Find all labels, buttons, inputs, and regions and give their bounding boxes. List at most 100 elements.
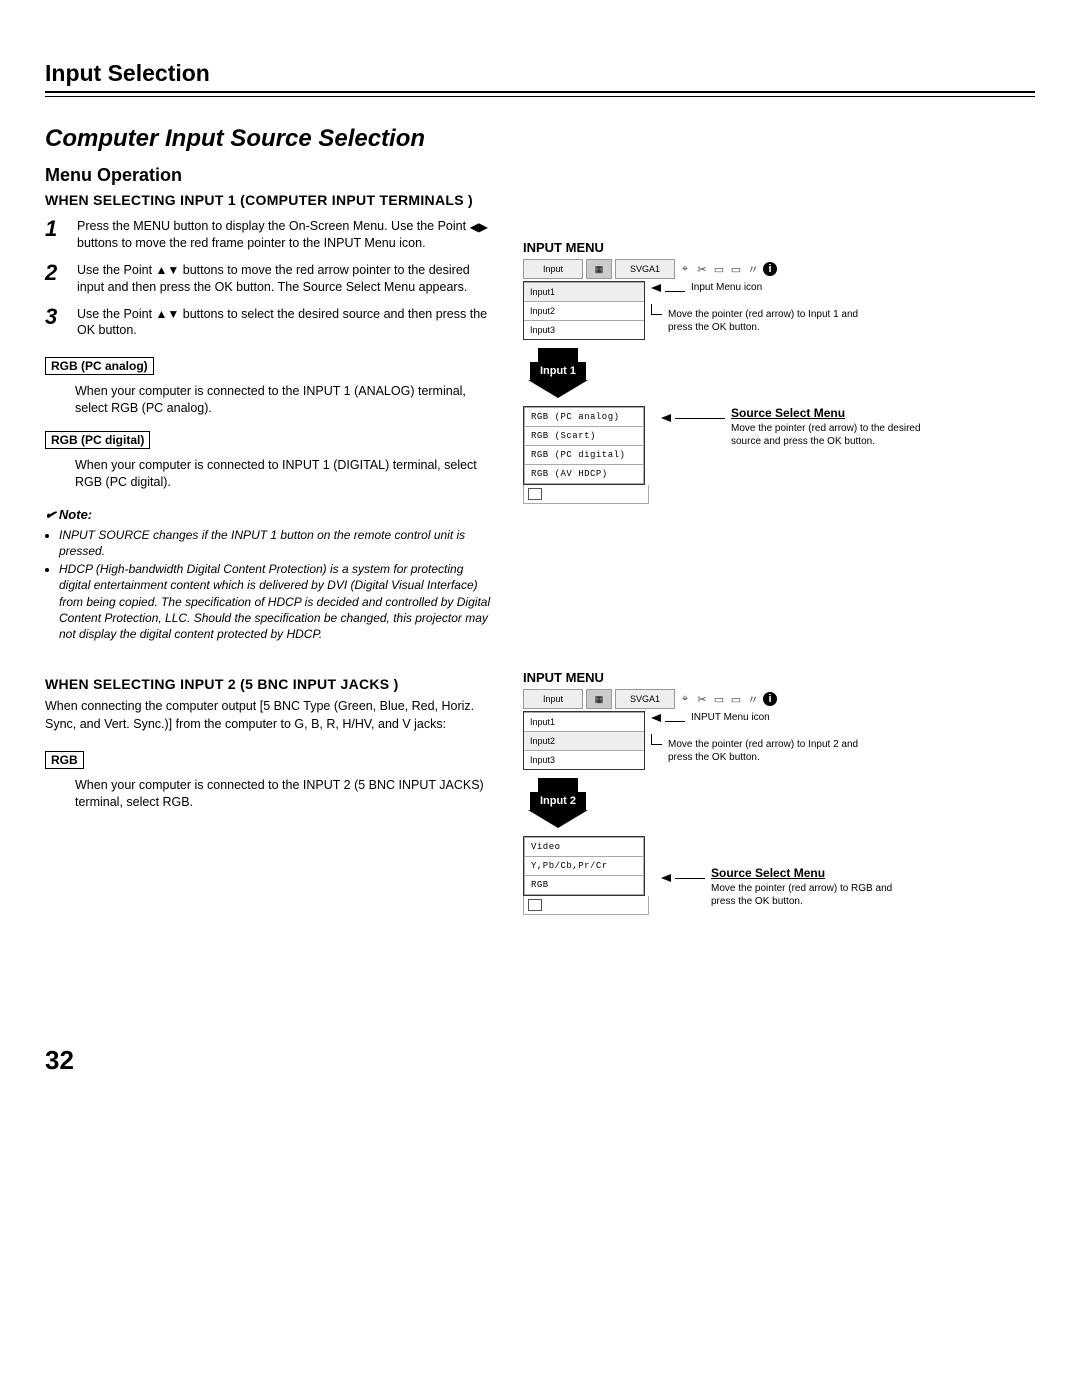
- note-list: INPUT SOURCE changes if the INPUT 1 butt…: [45, 527, 495, 642]
- section-title: Computer Input Source Selection: [45, 125, 1035, 153]
- source-item: RGB (PC digital): [524, 446, 644, 465]
- icon-strip: ⌖ ✂ ▭ ▭ 〃 i: [678, 262, 777, 276]
- updown-icon: ▲▼: [156, 306, 180, 322]
- big-arrow: Input 1: [523, 348, 593, 398]
- contrast-icon: ✂: [695, 692, 709, 706]
- step-2: 2 Use the Point ▲▼ buttons to move the r…: [45, 262, 495, 296]
- block2-heading: WHEN SELECTING INPUT 2 (5 BNC INPUT JACK…: [45, 676, 495, 692]
- leftright-icon: ◀▶: [470, 219, 488, 235]
- page-number: 32: [45, 1045, 1035, 1076]
- tool-icon: ⌖: [678, 262, 692, 276]
- input-icon: ▦: [586, 689, 612, 709]
- desc-rgb-digital: When your computer is connected to INPUT…: [75, 457, 495, 491]
- source-item: RGB (PC analog): [524, 407, 644, 427]
- screen-icon: ▭: [712, 692, 726, 706]
- source-item: RGB (Scart): [524, 427, 644, 446]
- rule-thin: [45, 96, 1035, 97]
- step1-a: Press the MENU button to display the On-…: [77, 219, 470, 233]
- input-item: Input3: [524, 320, 644, 339]
- right-column-2: INPUT MENU Input ▦ SVGA1 ⌖ ✂ ▭ ▭ 〃 i Inp…: [523, 670, 1023, 915]
- block1-heading: WHEN SELECTING INPUT 1 (COMPUTER INPUT T…: [45, 192, 1035, 208]
- note-item: INPUT SOURCE changes if the INPUT 1 butt…: [59, 527, 495, 559]
- arrow-left-icon: [661, 414, 671, 422]
- input-header: Input: [523, 259, 583, 279]
- arrow-left-icon: [651, 714, 661, 722]
- panel1-topbar: Input ▦ SVGA1 ⌖ ✂ ▭ ▭ 〃 i: [523, 259, 1023, 279]
- note-item: HDCP (High-bandwidth Digital Content Pro…: [59, 561, 495, 642]
- ssm-title: Source Select Menu: [731, 406, 921, 420]
- box-rgb: RGB: [45, 751, 84, 769]
- left-column-2: WHEN SELECTING INPUT 2 (5 BNC INPUT JACK…: [45, 670, 495, 915]
- arrow-label: Input 2: [530, 792, 586, 810]
- subsection: Menu Operation: [45, 165, 1035, 186]
- input-item: Input2: [524, 731, 644, 750]
- contrast-icon: ✂: [695, 262, 709, 276]
- left-column: 1 Press the MENU button to display the O…: [45, 214, 495, 644]
- input-item: Input1: [524, 712, 644, 731]
- right-column: INPUT MENU Input ▦ SVGA1 ⌖ ✂ ▭ ▭ 〃 i Inp…: [523, 214, 1023, 644]
- exit-cell: [523, 485, 649, 504]
- input-item: Input3: [524, 750, 644, 769]
- info-icon: i: [763, 692, 777, 706]
- box-rgb-pc-analog: RGB (PC analog): [45, 357, 154, 375]
- tool-icon: ⌖: [678, 692, 692, 706]
- ssm-desc: Move the pointer (red arrow) to RGB and …: [711, 882, 901, 908]
- note-label: Note:: [59, 507, 92, 522]
- ssm-title: Source Select Menu: [711, 866, 901, 880]
- desc-rgb: When your computer is connected to the I…: [75, 777, 495, 811]
- icon-strip: ⌖ ✂ ▭ ▭ 〃 i: [678, 692, 777, 706]
- step-1: 1 Press the MENU button to display the O…: [45, 218, 495, 252]
- source-item: RGB (AV HDCP): [524, 465, 644, 484]
- exit-cell: [523, 896, 649, 915]
- exit-icon: [528, 488, 542, 500]
- desc-rgb-analog: When your computer is connected to the I…: [75, 383, 495, 417]
- input-header: Input: [523, 689, 583, 709]
- info-icon: i: [763, 262, 777, 276]
- source-item: Y,Pb/Cb,Pr/Cr: [524, 857, 644, 876]
- source-select-menu: Video Y,Pb/Cb,Pr/Cr RGB: [523, 836, 645, 896]
- updown-icon: ▲▼: [156, 262, 180, 278]
- ssm-desc: Move the pointer (red arrow) to the desi…: [731, 422, 921, 448]
- step1-b: buttons to move the red frame pointer to…: [77, 236, 426, 250]
- arrow-label: Input 1: [530, 362, 586, 380]
- step2-a: Use the Point: [77, 263, 156, 277]
- input-icon: ▦: [586, 259, 612, 279]
- input-item: Input1: [524, 282, 644, 301]
- arrow-left-icon: [661, 874, 671, 882]
- mode-cell: SVGA1: [615, 689, 675, 709]
- panel2-title: INPUT MENU: [523, 670, 1023, 685]
- input-menu-box: Input1 Input2 Input3: [523, 711, 645, 770]
- block2-intro: When connecting the computer output [5 B…: [45, 698, 495, 733]
- check-icon: ✔: [44, 506, 58, 524]
- mode-cell: SVGA1: [615, 259, 675, 279]
- source-item: Video: [524, 837, 644, 857]
- step3-a: Use the Point: [77, 307, 156, 321]
- callout-move: Move the pointer (red arrow) to Input 2 …: [668, 738, 878, 764]
- step-text: Use the Point ▲▼ buttons to select the d…: [77, 306, 495, 340]
- source-item: RGB: [524, 876, 644, 895]
- step-text: Use the Point ▲▼ buttons to move the red…: [77, 262, 495, 296]
- big-arrow: Input 2: [523, 778, 593, 828]
- step-num: 3: [45, 306, 67, 340]
- page-heading: Input Selection: [45, 60, 1035, 87]
- rule-thick: [45, 91, 1035, 93]
- panel2-topbar: Input ▦ SVGA1 ⌖ ✂ ▭ ▭ 〃 i: [523, 689, 1023, 709]
- arrow-left-icon: [651, 284, 661, 292]
- screen-icon: ▭: [712, 262, 726, 276]
- exit-icon: [528, 899, 542, 911]
- screen2-icon: ▭: [729, 692, 743, 706]
- callout-icon-label: INPUT Menu icon: [691, 711, 770, 724]
- callout-move: Move the pointer (red arrow) to Input 1 …: [668, 308, 878, 334]
- input-item: Input2: [524, 301, 644, 320]
- setting-icon: 〃: [746, 692, 760, 706]
- panel1-title: INPUT MENU: [523, 240, 1023, 255]
- step-num: 1: [45, 218, 67, 252]
- setting-icon: 〃: [746, 262, 760, 276]
- source-select-menu: RGB (PC analog) RGB (Scart) RGB (PC digi…: [523, 406, 645, 485]
- step-num: 2: [45, 262, 67, 296]
- input-menu-box: Input1 Input2 Input3: [523, 281, 645, 340]
- step-3: 3 Use the Point ▲▼ buttons to select the…: [45, 306, 495, 340]
- screen2-icon: ▭: [729, 262, 743, 276]
- note-head: ✔Note:: [45, 507, 495, 523]
- box-rgb-pc-digital: RGB (PC digital): [45, 431, 150, 449]
